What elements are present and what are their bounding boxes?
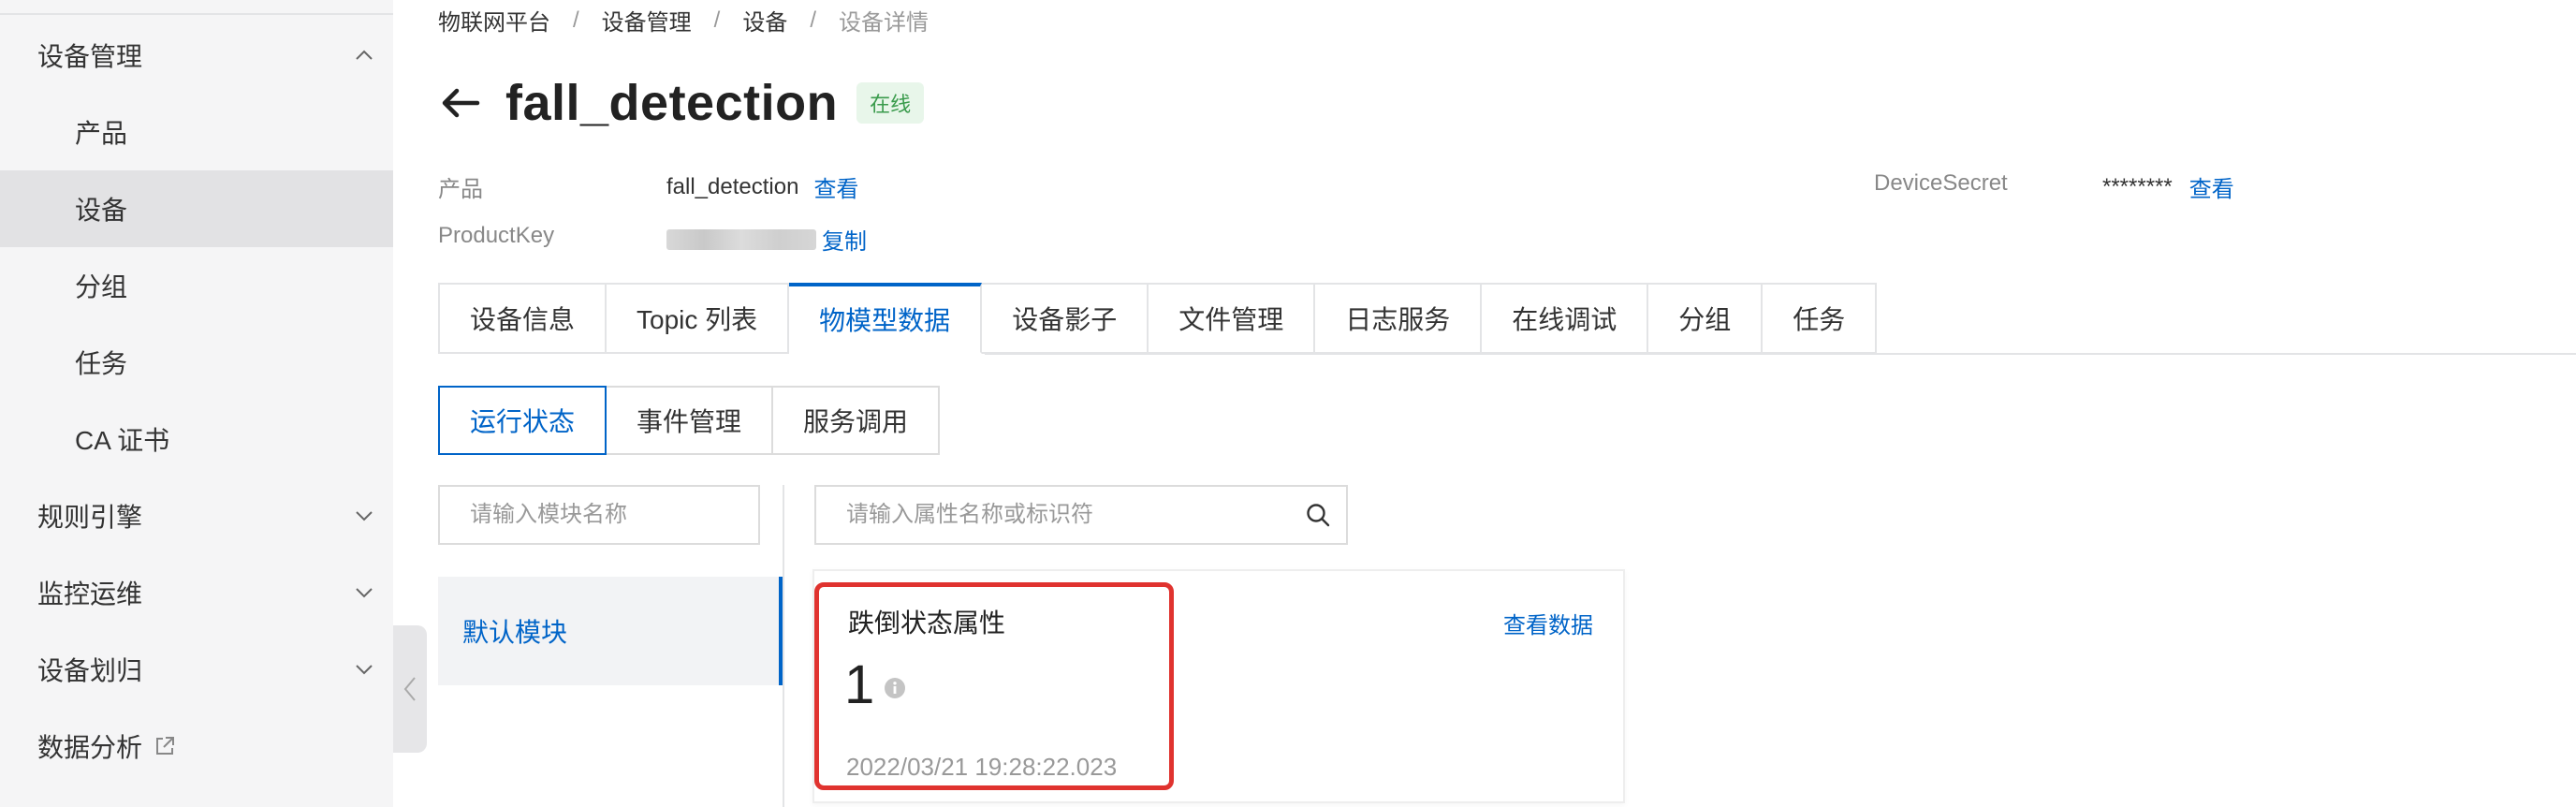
breadcrumb-separator: / [810,7,817,33]
sidebar-item-label: CA 证书 [75,426,170,455]
copy-productkey-link[interactable]: 复制 [822,223,867,256]
subtab-service-invocation[interactable]: 服务调用 [773,386,941,455]
property-search-input[interactable] [846,502,1305,528]
breadcrumb: 物联网平台 / 设备管理 / 设备 / 设备详情 [438,4,929,37]
tab-topic-list[interactable]: Topic 列表 [607,283,790,354]
product-value: fall_detection [666,173,799,199]
sidebar-item-label: 监控运维 [37,580,143,609]
tab-device-shadow[interactable]: 设备影子 [982,283,1149,354]
productkey-row: 复制 [666,223,867,256]
tab-task[interactable]: 任务 [1763,283,1878,354]
sidebar-item-task[interactable]: 任务 [0,324,393,401]
sidebar-item-ca-certificate[interactable]: CA 证书 [0,401,393,477]
module-item-default[interactable]: 默认模块 [438,577,783,685]
productkey-label: ProductKey [438,223,555,248]
breadcrumb-separator: / [713,7,721,33]
productkey-redacted [666,228,816,250]
tab-group[interactable]: 分组 [1648,283,1764,354]
chevron-down-icon [356,588,373,598]
highlight-annotation-box [814,582,1174,790]
tab-file-management[interactable]: 文件管理 [1149,283,1316,354]
subtab-running-status[interactable]: 运行状态 [438,386,607,455]
device-secret-label: DeviceSecret [1874,170,2008,196]
tab-thing-model-data[interactable]: 物模型数据 [789,283,983,354]
device-secret-value: ******** [2102,173,2173,199]
product-value-row: fall_detection 查看 [666,170,858,203]
data-subtabs: 运行状态 事件管理 服务调用 [438,386,941,455]
breadcrumb-item-device-management[interactable]: 设备管理 [602,4,692,37]
sidebar-item-label: 设备划归 [37,656,143,685]
sidebar-divider [0,13,393,15]
search-icon[interactable] [1305,502,1331,528]
subtab-event-management[interactable]: 事件管理 [607,386,774,455]
chevron-down-icon [356,511,373,521]
sidebar-group-rule-engine[interactable]: 规则引擎 [0,477,393,554]
module-search-box [438,485,760,545]
detail-tabs: 设备信息 Topic 列表 物模型数据 设备影子 文件管理 日志服务 在线调试 … [438,283,1878,354]
sidebar-item-label: 设备 [75,196,128,225]
chevron-down-icon [356,665,373,675]
tab-device-info[interactable]: 设备信息 [438,283,607,354]
breadcrumb-separator: / [573,7,579,33]
property-search-box [814,485,1348,545]
view-secret-link[interactable]: 查看 [2189,170,2234,203]
tab-online-debug[interactable]: 在线调试 [1482,283,1649,354]
module-search-input[interactable] [470,502,760,528]
breadcrumb-item-device[interactable]: 设备 [742,4,787,37]
breadcrumb-item-iot-platform[interactable]: 物联网平台 [438,4,550,37]
sidebar-item-label: 设备管理 [37,42,143,71]
module-item-label: 默认模块 [462,618,568,647]
chevron-up-icon [356,50,373,60]
sidebar-item-label: 数据分析 [37,733,143,762]
sidebar-collapse-handle[interactable] [393,625,427,753]
page-title: fall_detection [505,75,839,131]
sidebar-item-product[interactable]: 产品 [0,94,393,170]
sidebar-group-device-assignment[interactable]: 设备划归 [0,631,393,708]
tab-log-service[interactable]: 日志服务 [1315,283,1483,354]
status-badge: 在线 [856,82,925,124]
breadcrumb-current: 设备详情 [839,10,929,36]
product-label: 产品 [438,177,483,202]
sidebar-item-label: 分组 [75,272,128,301]
sidebar-item-group[interactable]: 分组 [0,247,393,324]
page-header: fall_detection 在线 [438,67,925,139]
view-data-link[interactable]: 查看数据 [1503,607,1593,639]
back-arrow-icon[interactable] [438,81,483,125]
chevron-left-icon [403,677,416,701]
view-product-link[interactable]: 查看 [813,170,858,203]
sidebar-item-label: 任务 [75,349,128,378]
sidebar-group-data-analysis[interactable]: 数据分析 [0,708,393,785]
sidebar: 设备管理 产品 设备 分组 任务 CA 证书 规则引擎 监控运维 设备划归 数据… [0,0,393,807]
sidebar-item-device[interactable]: 设备 [0,170,393,247]
module-divider [783,485,784,807]
sidebar-group-device-management[interactable]: 设备管理 [0,17,393,94]
sidebar-item-label: 产品 [75,119,128,148]
external-link-icon [156,737,175,755]
device-secret-row: ******** 查看 [2102,170,2234,203]
sidebar-group-monitoring[interactable]: 监控运维 [0,554,393,631]
sidebar-item-label: 规则引擎 [37,503,143,532]
